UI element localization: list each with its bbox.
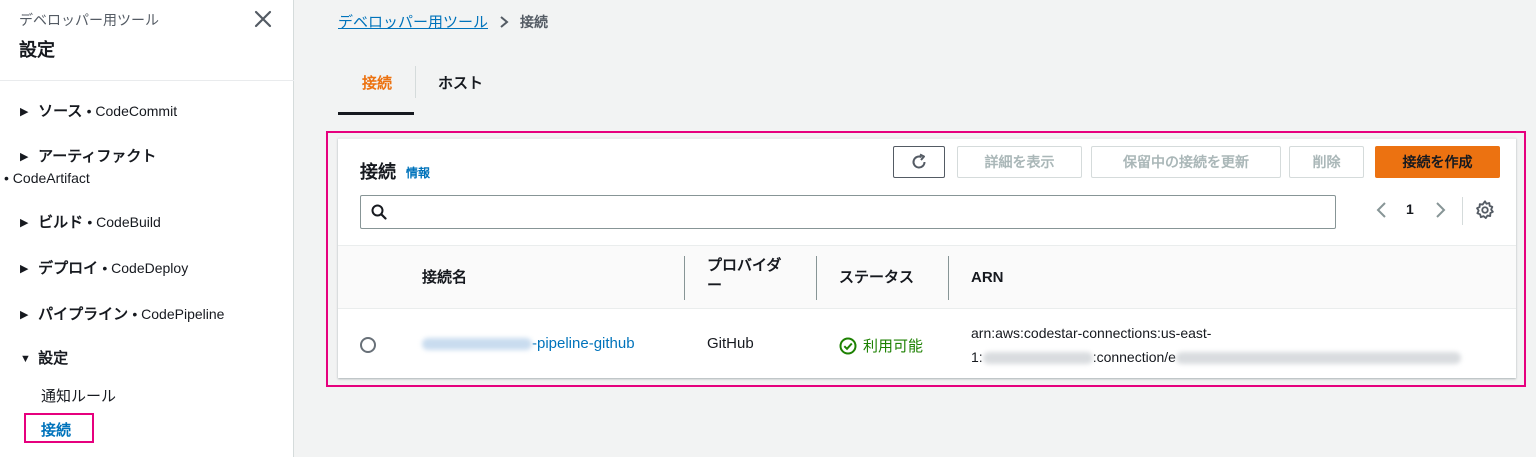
chevron-right-icon	[500, 15, 509, 28]
caret-right-icon: ▶	[20, 217, 29, 229]
sidebar: デベロッパー用ツール 設定 ▶ ソース • CodeCommit ▶ アーティフ…	[0, 0, 294, 457]
breadcrumb-link-developer-tools[interactable]: デベロッパー用ツール	[338, 11, 488, 32]
sidebar-group-label: 設定	[38, 350, 69, 367]
sidebar-group-artifact[interactable]: ▶ アーティファクト • CodeArtifact	[4, 146, 157, 188]
sidebar-group-service: • CodeBuild	[87, 214, 161, 230]
caret-right-icon: ▶	[20, 106, 29, 118]
sidebar-item-notification-rules[interactable]: 通知ルール	[41, 385, 116, 406]
sidebar-group-pipeline[interactable]: ▶ パイプライン • CodePipeline	[20, 303, 224, 326]
sidebar-group-service: • CodePipeline	[132, 306, 225, 322]
sidebar-title: 設定	[19, 40, 55, 60]
sidebar-group-label: デプロイ	[38, 260, 99, 277]
highlight-box-sidebar	[24, 413, 94, 443]
sidebar-group-label: パイプライン	[38, 306, 129, 323]
caret-down-icon: ▼	[20, 353, 31, 365]
highlight-box-panel	[326, 131, 1526, 387]
close-icon[interactable]	[252, 8, 274, 30]
caret-right-icon: ▶	[20, 263, 29, 275]
sidebar-subtitle: デベロッパー用ツール	[19, 12, 159, 28]
sidebar-group-settings[interactable]: ▼ 設定	[20, 348, 68, 370]
breadcrumb-current: 接続	[520, 13, 549, 30]
sidebar-group-service: • CodeDeploy	[102, 260, 189, 276]
sidebar-group-service: • CodeCommit	[86, 103, 178, 119]
sidebar-group-deploy[interactable]: ▶ デプロイ • CodeDeploy	[20, 257, 188, 280]
sidebar-group-label: ビルド	[38, 214, 84, 231]
tab-bar: 接続 ホスト	[338, 66, 1498, 115]
sidebar-group-service: • CodeArtifact	[4, 170, 90, 186]
tab-divider	[415, 66, 416, 98]
sidebar-group-label: アーティファクト	[38, 148, 157, 165]
tab-active-underline	[338, 112, 414, 115]
breadcrumb: デベロッパー用ツール 接続	[338, 11, 548, 32]
tab-connections[interactable]: 接続	[362, 72, 392, 93]
sidebar-group-build[interactable]: ▶ ビルド • CodeBuild	[20, 211, 161, 234]
caret-right-icon: ▶	[20, 309, 29, 321]
tab-hosts[interactable]: ホスト	[438, 72, 483, 93]
sidebar-group-source[interactable]: ▶ ソース • CodeCommit	[20, 100, 177, 123]
caret-right-icon: ▶	[20, 151, 29, 163]
sidebar-group-label: ソース	[38, 103, 83, 120]
sidebar-divider	[0, 80, 294, 81]
